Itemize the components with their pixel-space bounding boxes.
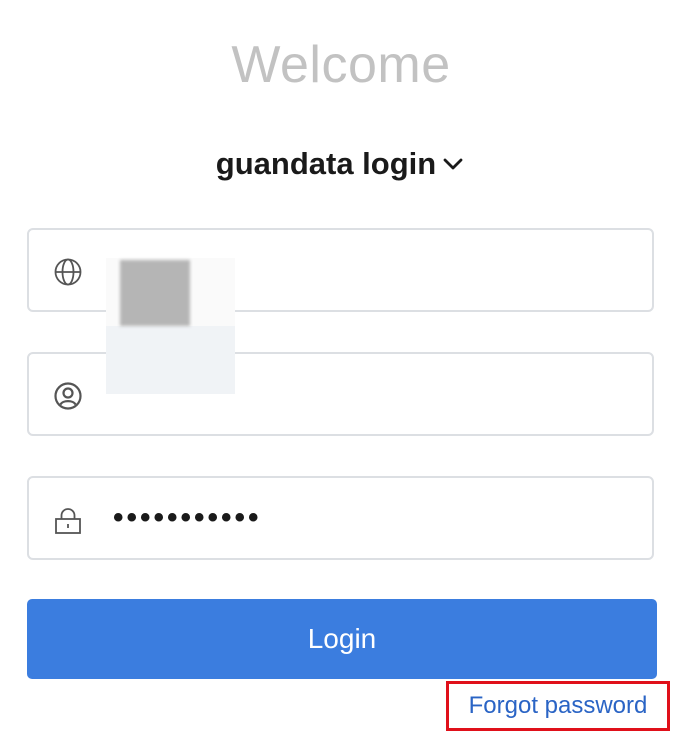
login-button[interactable]: Login <box>27 599 657 679</box>
password-field[interactable]: ••••••••••• <box>27 476 654 560</box>
chevron-down-icon <box>440 151 466 177</box>
lock-icon <box>53 505 83 535</box>
globe-icon <box>53 257 83 287</box>
login-type-label: guandata login <box>215 146 437 181</box>
login-type-selector[interactable]: guandata login <box>0 140 682 188</box>
password-input-value: ••••••••••• <box>113 501 262 534</box>
redacted-overlay <box>106 258 235 394</box>
user-circle-icon <box>53 381 83 411</box>
page-title: Welcome <box>231 36 451 94</box>
forgot-password-link[interactable]: Forgot password <box>446 681 670 731</box>
